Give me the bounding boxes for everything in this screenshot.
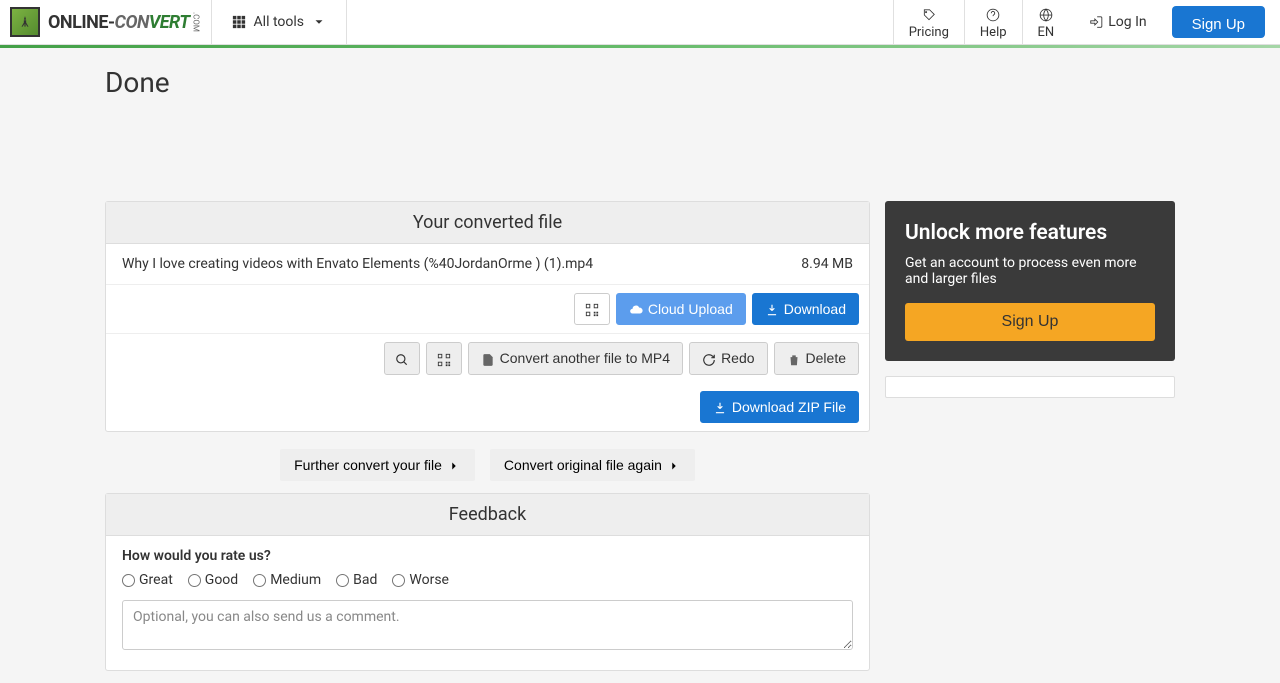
qr-button[interactable] <box>574 293 610 325</box>
convert-another-label: Convert another file to MP4 <box>500 350 670 366</box>
grid-icon <box>232 14 246 30</box>
logo[interactable]: ONLINE-CONVERT .COM <box>0 0 211 44</box>
globe-icon <box>1039 4 1053 23</box>
file-name: Why I love creating videos with Envato E… <box>122 256 801 272</box>
rating-radio-medium[interactable] <box>253 574 266 587</box>
rating-option-worse[interactable]: Worse <box>392 572 449 588</box>
logo-icon <box>10 7 40 37</box>
converted-file-card: Your converted file Why I love creating … <box>105 201 870 432</box>
search-button[interactable] <box>384 342 420 374</box>
qr-icon <box>437 350 451 366</box>
delete-label: Delete <box>806 350 846 366</box>
delete-button[interactable]: Delete <box>774 342 859 374</box>
feedback-question: How would you rate us? <box>106 536 869 572</box>
chevron-right-icon <box>667 457 681 473</box>
promo-signup-button[interactable]: Sign Up <box>905 303 1155 341</box>
download-zip-label: Download ZIP File <box>732 399 846 415</box>
signup-button[interactable]: Sign Up <box>1172 6 1265 38</box>
convert-original-button[interactable]: Convert original file again <box>490 449 695 481</box>
further-convert-label: Further convert your file <box>294 457 442 473</box>
page-title: Done <box>105 48 1175 111</box>
rating-option-medium[interactable]: Medium <box>253 572 321 588</box>
feedback-header: Feedback <box>106 494 869 536</box>
search-icon <box>395 350 409 366</box>
rating-radio-good[interactable] <box>188 574 201 587</box>
qr-button-2[interactable] <box>426 342 462 374</box>
comment-textarea[interactable] <box>122 600 853 650</box>
rating-radio-worse[interactable] <box>392 574 405 587</box>
converted-file-header: Your converted file <box>106 202 869 244</box>
feedback-card: Feedback How would you rate us? Great Go… <box>105 493 870 671</box>
convert-another-button[interactable]: Convert another file to MP4 <box>468 342 683 374</box>
cloud-icon <box>629 301 643 317</box>
cloud-upload-label: Cloud Upload <box>648 301 733 317</box>
tag-icon <box>922 4 936 23</box>
download-zip-button[interactable]: Download ZIP File <box>700 391 859 423</box>
trash-icon <box>787 350 801 366</box>
logo-subtext: .COM <box>192 12 201 32</box>
login-button[interactable]: Log In <box>1069 0 1166 44</box>
promo-card: Unlock more features Get an account to p… <box>885 201 1175 361</box>
promo-text: Get an account to process even more and … <box>905 255 1155 287</box>
login-icon <box>1089 14 1103 30</box>
all-tools-dropdown[interactable]: All tools <box>211 0 347 44</box>
sidebar-placeholder <box>885 376 1175 398</box>
redo-button[interactable]: Redo <box>689 342 767 374</box>
download-icon <box>765 301 779 317</box>
pricing-link[interactable]: Pricing <box>893 0 964 44</box>
login-label: Log In <box>1108 14 1146 30</box>
rating-radio-bad[interactable] <box>336 574 349 587</box>
language-label: EN <box>1038 25 1055 40</box>
rating-radio-group: Great Good Medium Bad Worse <box>106 572 869 600</box>
download-label: Download <box>784 301 846 317</box>
file-size: 8.94 MB <box>801 256 853 272</box>
logo-text: ONLINE-CONVERT <box>48 12 190 33</box>
download-button[interactable]: Download <box>752 293 859 325</box>
chevron-down-icon <box>312 14 326 30</box>
qr-icon <box>585 301 599 317</box>
rating-option-bad[interactable]: Bad <box>336 572 377 588</box>
download-icon <box>713 399 727 415</box>
help-icon <box>986 4 1000 23</box>
cloud-upload-button[interactable]: Cloud Upload <box>616 293 746 325</box>
pricing-label: Pricing <box>909 25 949 40</box>
main-header: ONLINE-CONVERT .COM All tools Pricing He… <box>0 0 1280 45</box>
file-row: Why I love creating videos with Envato E… <box>106 244 869 285</box>
rating-option-good[interactable]: Good <box>188 572 238 588</box>
redo-label: Redo <box>721 350 754 366</box>
help-label: Help <box>980 25 1007 40</box>
redo-icon <box>702 350 716 366</box>
file-icon <box>481 350 495 366</box>
rating-option-great[interactable]: Great <box>122 572 173 588</box>
chevron-right-icon <box>447 457 461 473</box>
convert-original-label: Convert original file again <box>504 457 662 473</box>
help-link[interactable]: Help <box>964 0 1022 44</box>
rating-radio-great[interactable] <box>122 574 135 587</box>
promo-title: Unlock more features <box>905 221 1155 245</box>
language-selector[interactable]: EN <box>1022 0 1070 44</box>
all-tools-label: All tools <box>254 14 304 30</box>
further-convert-button[interactable]: Further convert your file <box>280 449 475 481</box>
